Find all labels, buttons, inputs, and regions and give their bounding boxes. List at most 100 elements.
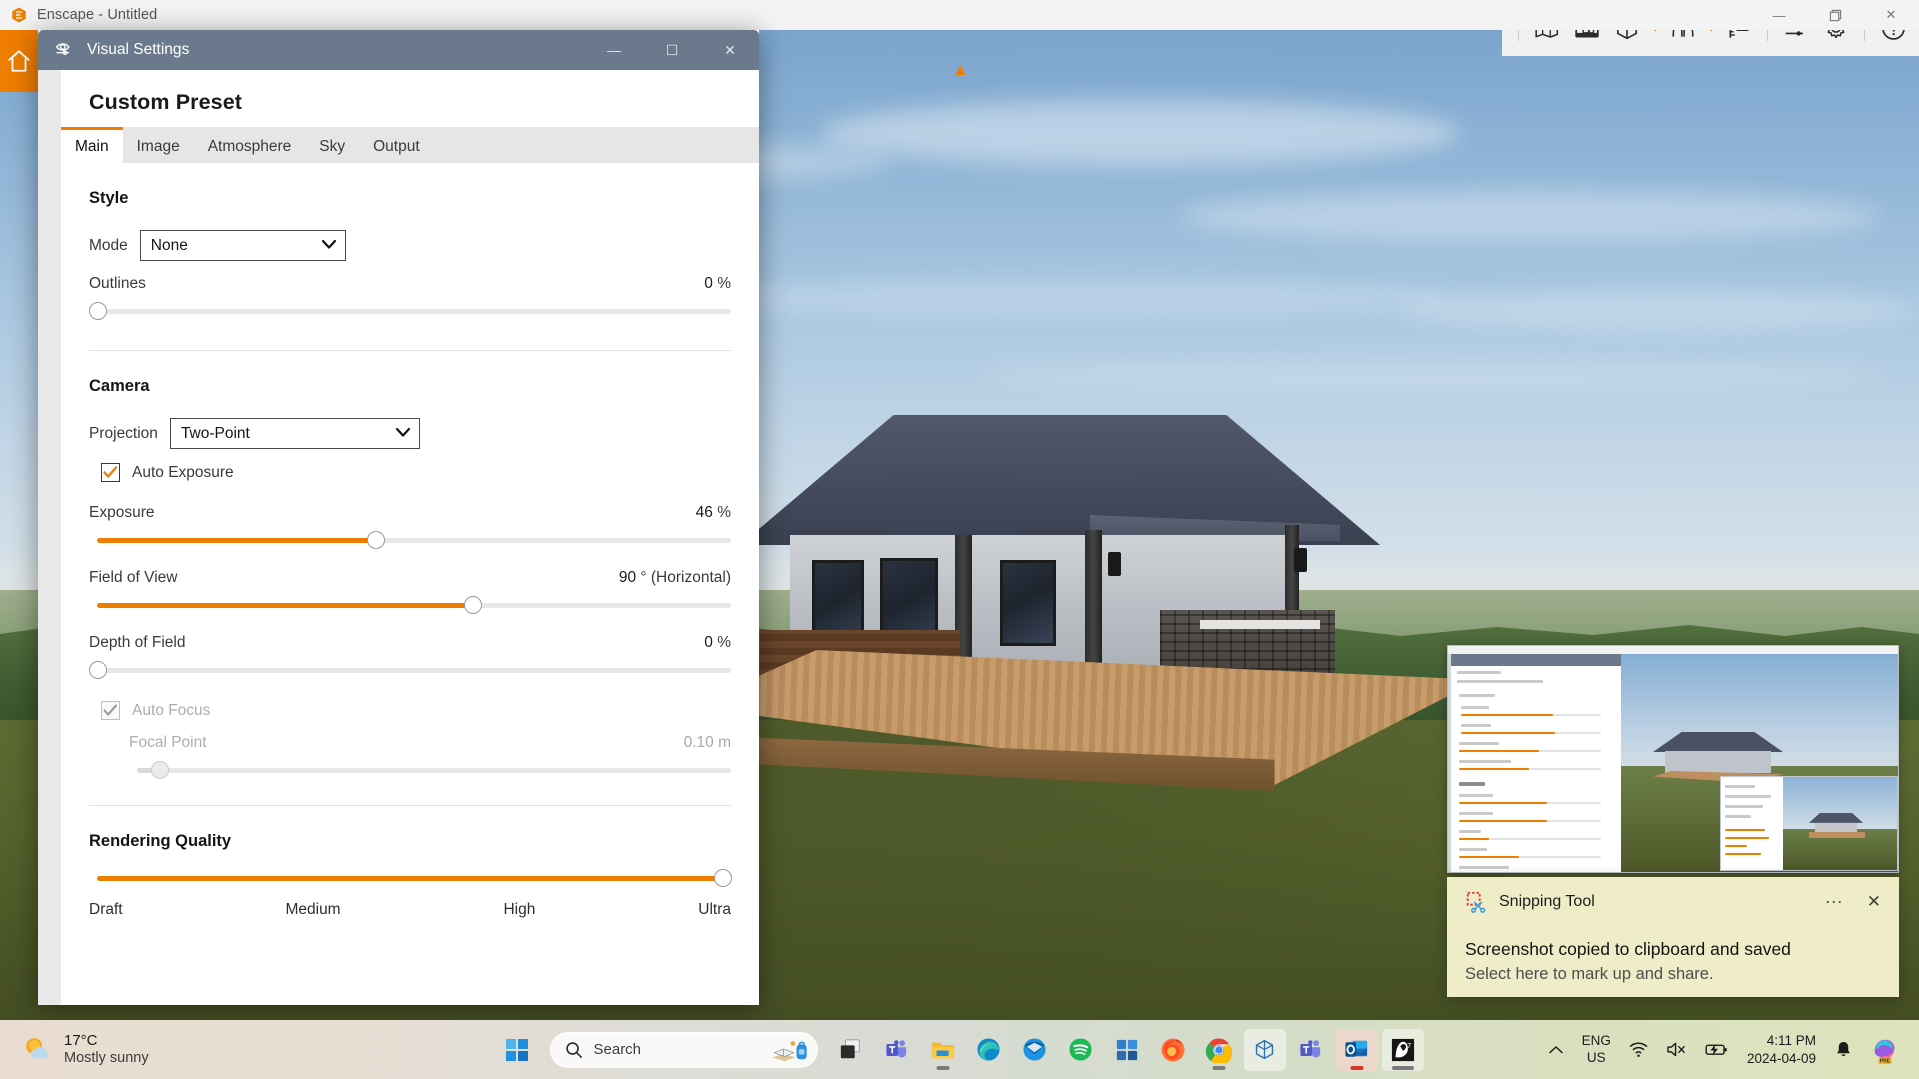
task-view-button[interactable] [830,1029,872,1071]
field-of-view-control: Field of View 90 ° (Horizontal) [89,569,731,614]
exposure-value: 46 % [696,504,731,522]
style-mode-row: Mode None [89,230,731,261]
edge-button[interactable] [968,1029,1010,1071]
chevron-up-icon [1548,1045,1563,1053]
field-of-view-slider[interactable] [89,596,731,614]
wall-lamp [1294,548,1307,572]
style-section-title: Style [89,189,129,207]
spotify-icon [1069,1038,1092,1061]
viewport-top-caret[interactable]: ▲ [952,60,969,80]
depth-of-field-unit: % [717,634,731,651]
enscape-button[interactable]: 7 [1381,1028,1424,1071]
quality-tick-medium[interactable]: Medium [285,901,340,919]
spotify-button[interactable] [1060,1029,1102,1071]
clock-widget[interactable]: 4:11 PM 2024-04-09 [1739,1029,1824,1071]
snipping-tool-notification[interactable]: Snipping Tool ⋯ ✕ Screenshot copied to c… [1447,877,1899,997]
slider-knob[interactable] [714,869,732,887]
tray-overflow-button[interactable] [1541,1040,1571,1060]
firefox-button[interactable] [1152,1029,1194,1071]
clock-date: 2024-04-09 [1746,1050,1816,1066]
thumb-titlebar [1448,646,1898,654]
tab-main[interactable]: Main [61,127,123,163]
app-restore-button[interactable] [1807,0,1863,30]
exposure-slider[interactable] [89,531,731,549]
app-close-button[interactable]: ✕ [1863,0,1919,30]
outlines-value: 0 % [704,275,731,293]
enscape-logo-icon [12,7,26,23]
focal-point-label: Focal Point [129,734,207,751]
notification-more-button[interactable]: ⋯ [1825,892,1845,913]
network-button[interactable] [1622,1036,1655,1063]
vs-maximize-button[interactable]: ☐ [643,30,701,70]
app-minimize-button[interactable]: — [1751,0,1807,30]
slider-knob[interactable] [89,302,107,320]
exposure-control: Exposure 46 % [89,504,731,549]
copilot-button[interactable]: PRE [1863,1030,1907,1070]
auto-exposure-row[interactable]: Auto Exposure [101,463,731,482]
field-of-view-value: 90 ° (Horizontal) [619,569,731,587]
notebook-backpack-icon [771,1040,807,1061]
search-input[interactable]: Search [549,1031,818,1068]
quality-tick-ultra[interactable]: Ultra [698,901,731,919]
store-button[interactable] [1106,1029,1148,1071]
language-indicator[interactable]: ENG US [1575,1028,1618,1070]
tab-atmosphere[interactable]: Atmosphere [194,127,306,163]
vs-minimize-button[interactable]: — [585,30,643,70]
wall-lamp [1108,552,1121,576]
projection-select[interactable]: Two-Point [169,418,420,449]
weather-widget[interactable]: 17°C Mostly sunny [22,1032,149,1068]
counter-top [1200,620,1320,629]
chrome-icon [1205,1037,1232,1063]
quality-tick-draft[interactable]: Draft [89,901,123,919]
volume-button[interactable] [1659,1036,1694,1063]
slider-knob[interactable] [367,531,385,549]
app-titlebar[interactable]: Enscape - Untitled — ✕ [0,0,1919,30]
teams-button[interactable] [876,1029,918,1071]
outlines-number: 0 [704,275,713,292]
slider-knob[interactable] [464,596,482,614]
outlines-label: Outlines [89,275,146,292]
app-title: Enscape - Untitled [37,7,158,23]
focal-point-unit: m [718,734,731,751]
style-mode-select[interactable]: None [139,230,346,261]
outlines-slider[interactable] [89,302,731,320]
notification-close-button[interactable]: ✕ [1867,892,1881,912]
visual-settings-content: Style Mode None Outlines 0 % Camera Proj… [61,163,759,1005]
sketchup-button[interactable] [1243,1028,1286,1071]
rendering-quality-slider[interactable] [97,869,732,887]
screenshot-thumbnail-preview[interactable] [1447,645,1899,873]
auto-focus-row: Auto Focus [101,701,731,720]
slider-track [97,309,731,314]
visual-settings-window-controls: — ☐ ✕ [585,30,759,70]
firefox-icon [1161,1038,1184,1061]
tab-sky[interactable]: Sky [305,127,359,163]
exposure-label: Exposure [89,504,155,521]
vs-close-button[interactable]: ✕ [701,30,759,70]
visual-settings-titlebar[interactable]: Visual Settings — ☐ ✕ [38,30,759,70]
running-indicator [936,1065,949,1070]
start-button[interactable] [496,1029,538,1071]
notifications-button[interactable] [1828,1035,1859,1064]
thunderbird-button[interactable] [1014,1029,1056,1071]
slider-knob[interactable] [89,661,107,679]
auto-exposure-checkbox[interactable] [101,463,120,482]
tab-image[interactable]: Image [123,127,194,163]
auto-exposure-label: Auto Exposure [132,463,234,481]
outlook-button[interactable] [1335,1028,1378,1071]
visual-settings-tabs: Main Image Atmosphere Sky Output [61,127,759,163]
depth-of-field-slider[interactable] [89,661,731,679]
style-mode-label: Mode [89,236,128,254]
chrome-button[interactable] [1198,1029,1240,1071]
battery-button[interactable] [1698,1037,1735,1062]
tab-output[interactable]: Output [359,127,434,163]
auto-focus-label: Auto Focus [132,701,211,719]
search-placeholder: Search [593,1041,642,1058]
slider-fill [97,603,472,608]
teams-work-button[interactable] [1290,1029,1332,1071]
quality-tick-high[interactable]: High [503,901,535,919]
cloud [700,280,1460,316]
file-explorer-button[interactable] [922,1029,964,1071]
enscape-home-strip[interactable] [0,30,38,92]
style-mode-value: None [150,236,188,254]
field-of-view-label: Field of View [89,569,178,586]
